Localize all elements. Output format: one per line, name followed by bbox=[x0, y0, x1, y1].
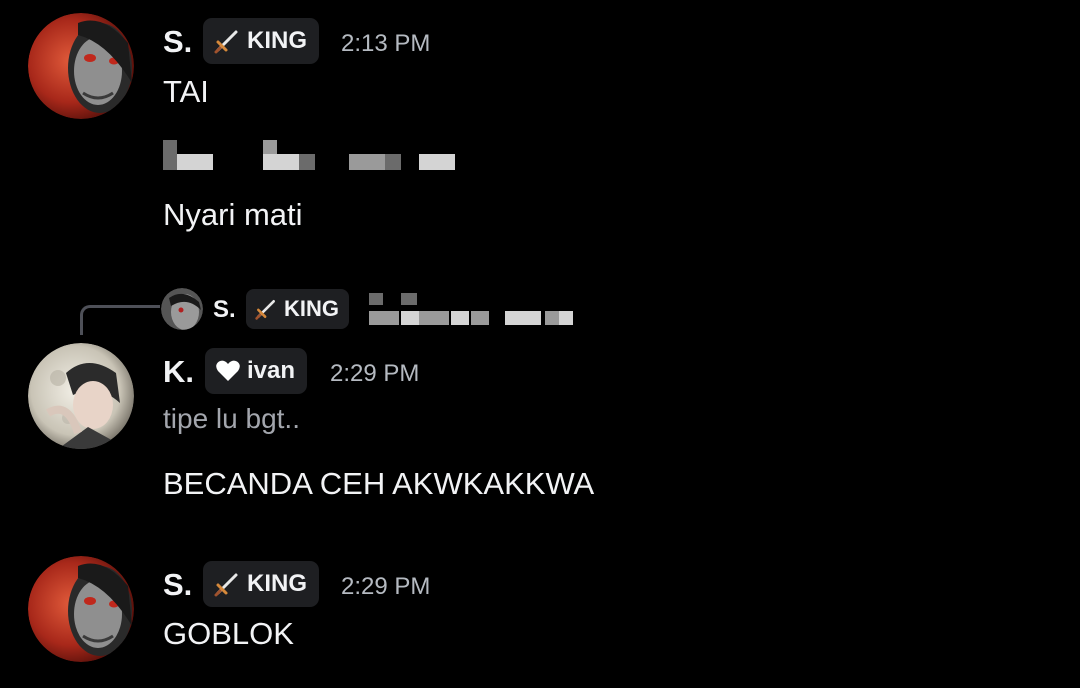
avatar-image bbox=[28, 343, 134, 449]
reply-avatar-image bbox=[161, 288, 203, 330]
reply-avatar[interactable] bbox=[161, 288, 203, 330]
role-tag[interactable]: ivan bbox=[205, 348, 308, 394]
sword-icon bbox=[254, 297, 278, 321]
reply-username[interactable]: S. bbox=[213, 298, 236, 322]
timestamp: 2:29 PM bbox=[330, 360, 420, 387]
message-text: GOBLOK bbox=[163, 616, 294, 651]
message-text: tipe lu bgt.. bbox=[163, 403, 300, 434]
reply-role-tag[interactable]: KING bbox=[246, 289, 349, 329]
username[interactable]: K. bbox=[163, 356, 194, 387]
role-tag[interactable]: KING bbox=[203, 561, 319, 607]
role-tag-label: KING bbox=[247, 570, 307, 597]
reply-role-tag-label: KING bbox=[284, 296, 339, 321]
role-tag[interactable]: KING bbox=[203, 18, 319, 64]
role-tag-label: ivan bbox=[247, 357, 296, 384]
reply-connector bbox=[80, 305, 160, 335]
timestamp: 2:13 PM bbox=[341, 30, 431, 57]
avatar[interactable] bbox=[28, 13, 134, 119]
heart-icon bbox=[215, 359, 241, 383]
avatar[interactable] bbox=[28, 343, 134, 449]
sword-icon bbox=[213, 570, 241, 598]
username[interactable]: S. bbox=[163, 569, 192, 600]
message-text: TAI bbox=[163, 74, 209, 109]
role-tag-label: KING bbox=[247, 27, 307, 54]
avatar[interactable] bbox=[28, 556, 134, 662]
username[interactable]: S. bbox=[163, 26, 192, 57]
sword-icon bbox=[213, 27, 241, 55]
timestamp: 2:29 PM bbox=[341, 573, 431, 600]
avatar-image bbox=[28, 556, 134, 662]
message-text: Nyari mati bbox=[163, 197, 303, 232]
message-text: BECANDA CEH AKWKAKKWA bbox=[163, 466, 595, 501]
avatar-image bbox=[28, 13, 134, 119]
